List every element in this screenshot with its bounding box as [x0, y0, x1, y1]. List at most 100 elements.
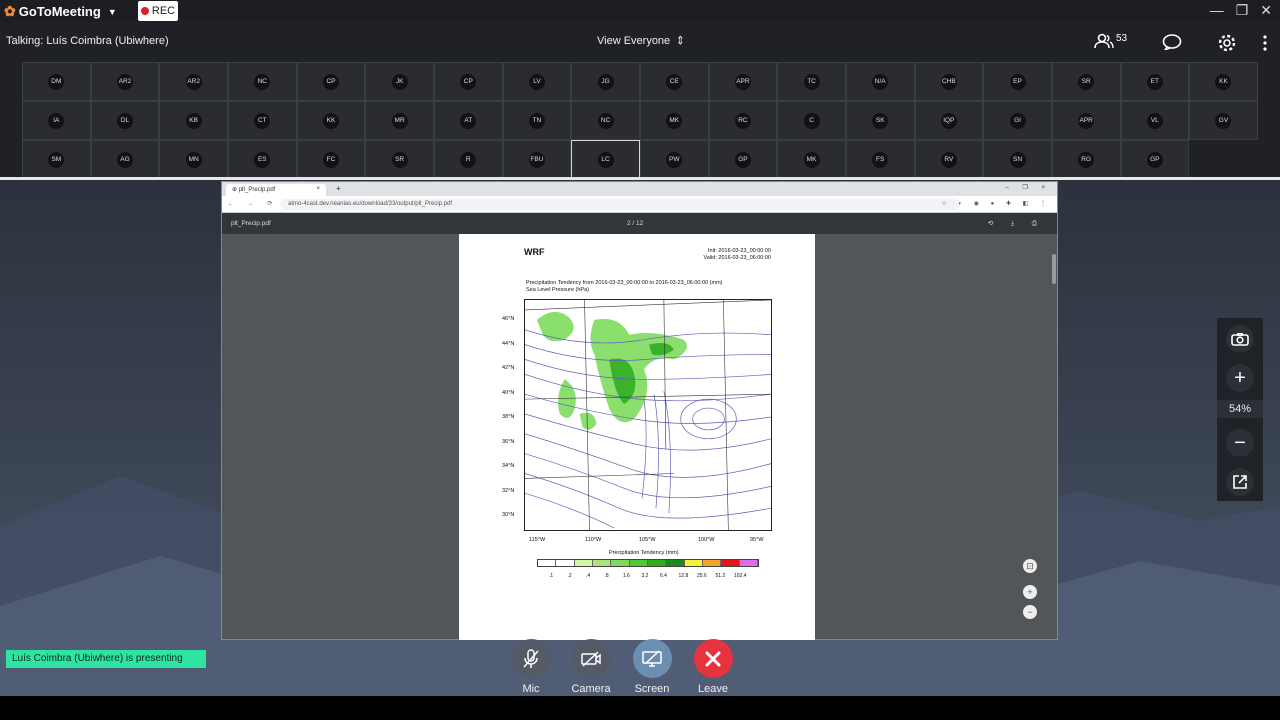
- pdf-tools[interactable]: ⟲ ⤓ ⎙: [988, 219, 1045, 228]
- participant-tile[interactable]: GV: [1189, 101, 1258, 140]
- url-field[interactable]: atmo-4cast.dev.neanias.eu/download/33/ou…: [280, 199, 960, 210]
- pdf-page-indicator[interactable]: 2 / 12: [627, 220, 643, 227]
- participant-tile[interactable]: SR: [1051, 62, 1121, 101]
- screen-button-circle[interactable]: [632, 639, 672, 678]
- participant-tile[interactable]: FS: [845, 140, 915, 179]
- pdf-scrollbar[interactable]: [1052, 254, 1056, 284]
- mic-button[interactable]: Mic: [506, 639, 556, 695]
- settings-gear-icon[interactable]: [1217, 33, 1237, 58]
- participant-tile[interactable]: TC: [777, 62, 846, 101]
- participant-tile[interactable]: R: [433, 140, 503, 179]
- participant-tile[interactable]: ES: [227, 140, 297, 179]
- participant-tile[interactable]: GP: [1120, 140, 1190, 179]
- new-tab-icon[interactable]: +: [336, 184, 341, 193]
- zoom-in-button[interactable]: +: [1226, 364, 1254, 392]
- participant-tile[interactable]: AR2: [90, 62, 160, 101]
- participant-tile[interactable]: KK: [296, 101, 366, 140]
- participant-tile[interactable]: ET: [1120, 62, 1190, 101]
- restore-icon[interactable]: ❐: [1236, 2, 1249, 19]
- participant-avatar: NC: [254, 73, 271, 90]
- participant-tile[interactable]: NC: [571, 101, 640, 140]
- pdf-init: Init: 2016-03-23_00:00:00: [708, 248, 771, 254]
- camera-button[interactable]: Camera: [566, 639, 616, 695]
- participants-button[interactable]: 53: [1094, 33, 1127, 49]
- participant-tile[interactable]: CP: [433, 62, 503, 101]
- participant-tile[interactable]: JK: [365, 62, 434, 101]
- participant-tile[interactable]: IA: [22, 101, 91, 140]
- participant-tile[interactable]: DL: [90, 101, 160, 140]
- participant-tile[interactable]: CE: [639, 62, 709, 101]
- participant-tile[interactable]: MN: [159, 140, 228, 179]
- participant-tile[interactable]: RV: [914, 140, 984, 179]
- pdf-zoom-out-icon[interactable]: −: [1023, 605, 1037, 619]
- camera-button-circle[interactable]: [571, 639, 611, 678]
- participant-tile[interactable]: RC: [708, 101, 778, 140]
- participant-tile[interactable]: EP: [983, 62, 1052, 101]
- participant-tile[interactable]: APR: [1051, 101, 1121, 140]
- view-selector[interactable]: View Everyone ⇕: [597, 35, 685, 48]
- close-x-icon: [705, 651, 721, 666]
- colorbar-label: 51.2: [715, 573, 726, 579]
- participant-tile[interactable]: CHB: [914, 62, 984, 101]
- participant-tile[interactable]: KB: [159, 101, 228, 140]
- participant-tile[interactable]: SM: [22, 140, 91, 179]
- browser-tab[interactable]: ⊕ plt_Precip.pdf ×: [226, 184, 326, 196]
- participant-tile[interactable]: KK: [1189, 62, 1258, 101]
- extension-icons[interactable]: ☆ ◐ ◉ ● ✚ ◧ ⋮: [941, 200, 1051, 207]
- participant-tile[interactable]: NC: [227, 62, 297, 101]
- shared-browser-window[interactable]: ⊕ plt_Precip.pdf × + – ❐ × ← → ⟳ ⌂ atmo-…: [221, 181, 1058, 640]
- participant-tile[interactable]: MK: [777, 140, 846, 179]
- participant-tile[interactable]: C: [777, 101, 846, 140]
- chat-icon[interactable]: [1162, 34, 1182, 55]
- participant-tile[interactable]: DM: [22, 62, 91, 101]
- participant-tile[interactable]: CT: [227, 101, 297, 140]
- leave-button-circle[interactable]: [693, 639, 733, 678]
- participant-tile[interactable]: AT: [433, 101, 503, 140]
- participant-tile[interactable]: GP: [708, 140, 778, 179]
- more-options-icon[interactable]: [1262, 35, 1268, 56]
- participant-tile[interactable]: SN: [983, 140, 1052, 179]
- participant-tile[interactable]: APR: [708, 62, 778, 101]
- participant-tile[interactable]: RG: [1051, 140, 1121, 179]
- minimize-icon[interactable]: —: [1210, 2, 1224, 19]
- tab-close-icon[interactable]: ×: [316, 186, 320, 192]
- recording-badge[interactable]: REC: [138, 1, 178, 21]
- browser-window-controls[interactable]: – ❐ ×: [1005, 184, 1051, 191]
- mic-button-circle[interactable]: [511, 639, 551, 678]
- pdf-caption: Precipitation Tendency from 2016-03-23_0…: [526, 280, 723, 294]
- participant-tile[interactable]: AR2: [159, 62, 228, 101]
- participant-tile[interactable]: CP: [296, 62, 366, 101]
- participant-tile[interactable]: TN: [502, 101, 572, 140]
- close-window-icon[interactable]: ✕: [1260, 2, 1272, 19]
- participant-avatar: C: [803, 112, 820, 129]
- screen-button[interactable]: Screen: [627, 639, 677, 695]
- pdf-fit-page-icon[interactable]: ⊡: [1023, 559, 1037, 573]
- participant-tile[interactable]: SK: [845, 101, 915, 140]
- pdf-zoom-in-icon[interactable]: +: [1023, 585, 1037, 599]
- participant-tile[interactable]: AG: [90, 140, 160, 179]
- pdf-toolbar: plt_Precip.pdf 2 / 12 ⟲ ⤓ ⎙: [222, 213, 1057, 234]
- participant-tile[interactable]: LC: [571, 140, 640, 179]
- participant-avatar: AR2: [116, 73, 133, 90]
- participant-tile[interactable]: FC: [296, 140, 366, 179]
- participant-tile[interactable]: MR: [365, 101, 434, 140]
- zoom-out-button[interactable]: −: [1226, 429, 1254, 457]
- participant-tile[interactable]: IQP: [914, 101, 984, 140]
- participant-tile[interactable]: GI: [983, 101, 1052, 140]
- participant-tile[interactable]: PW: [639, 140, 709, 179]
- leave-button[interactable]: Leave: [688, 639, 738, 695]
- participant-tile[interactable]: JG: [571, 62, 640, 101]
- participant-avatar: DL: [116, 112, 133, 129]
- app-logo[interactable]: ✿ GoToMeeting ▼: [4, 3, 117, 20]
- participant-tile[interactable]: MK: [639, 101, 709, 140]
- participant-tile[interactable]: LV: [502, 62, 572, 101]
- pdf-init-valid: Init: 2016-03-23_00:00:00 Valid: 2016-03…: [704, 248, 771, 262]
- participant-tile[interactable]: FBU: [502, 140, 572, 179]
- participant-tile[interactable]: VL: [1120, 101, 1190, 140]
- participant-tile[interactable]: SR: [365, 140, 434, 179]
- colorbar-swatch: [574, 560, 593, 566]
- popout-button[interactable]: [1226, 468, 1254, 496]
- screenshot-button[interactable]: [1226, 325, 1254, 353]
- participant-tile[interactable]: N/A: [845, 62, 915, 101]
- participant-avatar: JK: [391, 73, 408, 90]
